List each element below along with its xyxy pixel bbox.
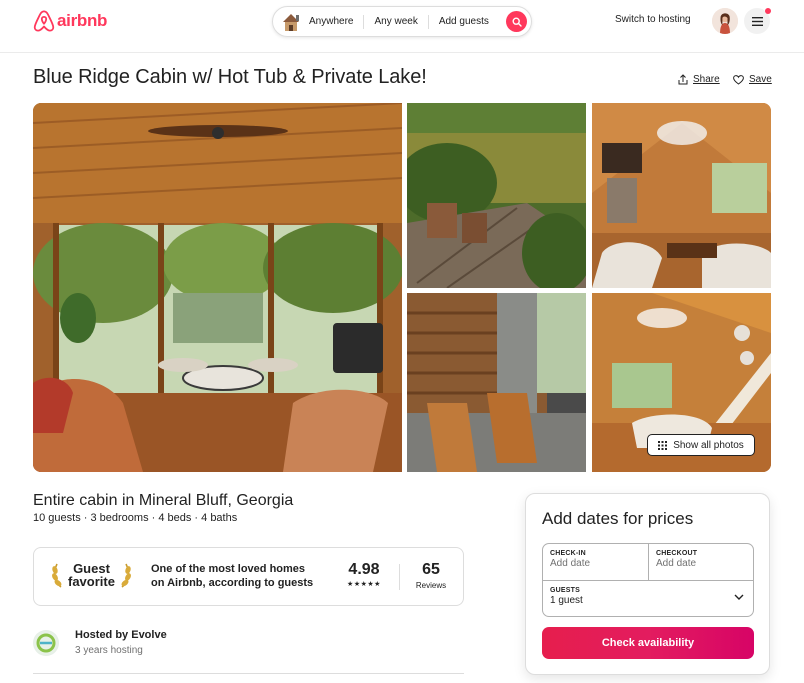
search-when[interactable]: Any week (364, 14, 429, 29)
check-availability-button[interactable]: Check availability (542, 627, 754, 659)
section-divider (33, 673, 464, 674)
search-who-label: Add guests (438, 16, 489, 27)
evolve-logo-icon (34, 631, 58, 655)
reviews-label: Reviews (415, 581, 447, 590)
chevron-down-icon (734, 594, 744, 600)
search-bar[interactable]: Anywhere Any week Add guests (272, 6, 532, 37)
menu-icon (751, 16, 763, 26)
laurel-left-icon (52, 563, 62, 588)
checkout-value: Add date (656, 558, 697, 569)
checkin-label: CHECK-IN (550, 550, 586, 557)
guest-favorite-card[interactable]: Guest favorite One of the most loved hom… (33, 547, 464, 606)
notification-dot (765, 8, 771, 14)
reviews-block[interactable]: 65 Reviews (410, 561, 452, 590)
checkout-label: CHECKOUT (656, 550, 698, 557)
host-avatar[interactable] (33, 630, 59, 656)
laurel-right-icon (121, 563, 131, 588)
search-when-label: Any week (374, 16, 418, 27)
top-nav: airbnb Anywhere Any week Add guests Swit… (0, 0, 804, 53)
rating-block: 4.98 ★★★★★ (344, 561, 384, 588)
host-years: 3 years hosting (75, 645, 143, 656)
save-button[interactable]: Save (733, 74, 772, 85)
switch-to-hosting-link[interactable]: Switch to hosting (615, 14, 691, 25)
photo-porch-chairs[interactable] (407, 293, 586, 472)
house-icon (283, 13, 299, 31)
search-who[interactable]: Add guests (429, 15, 499, 29)
checkout-field[interactable]: CHECKOUT Add date (649, 544, 754, 581)
heart-icon (733, 74, 744, 85)
show-all-photos-label: Show all photos (673, 439, 744, 451)
booking-card: Add dates for prices CHECK-IN Add date C… (525, 493, 770, 675)
host-name: Hosted by Evolve (75, 629, 167, 641)
logo-text: airbnb (57, 11, 108, 30)
listing-subtitle: Entire cabin in Mineral Bluff, Georgia (33, 492, 294, 509)
rating-stars: ★★★★★ (347, 581, 381, 588)
search-where[interactable]: Anywhere (273, 13, 365, 31)
checkin-value: Add date (550, 558, 591, 569)
booking-card-title: Add dates for prices (542, 509, 694, 528)
listing-facts: 10 guests · 3 bedrooms · 4 beds · 4 bath… (33, 512, 238, 524)
search-button[interactable] (506, 11, 527, 32)
save-label: Save (749, 74, 772, 85)
guest-favorite-label-line2: favorite (68, 574, 115, 589)
guest-favorite-description: One of the most loved homes on Airbnb, a… (151, 563, 314, 589)
rating-value: 4.98 (348, 561, 380, 578)
photo-main-living-room[interactable] (33, 103, 402, 472)
photo-lake-deck[interactable] (407, 103, 586, 288)
grid-icon (658, 440, 668, 450)
guests-value: 1 guest (550, 595, 583, 606)
reviews-count: 65 (422, 561, 440, 578)
share-button[interactable]: Share (678, 74, 720, 85)
search-icon (511, 16, 522, 27)
guest-favorite-badge: Guest favorite (51, 562, 132, 588)
avatar (712, 8, 738, 34)
show-all-photos-button[interactable]: Show all photos (647, 434, 755, 456)
airbnb-logo[interactable]: airbnb (33, 10, 107, 32)
share-icon (678, 74, 688, 85)
guests-select[interactable]: GUESTS 1 guest (543, 581, 753, 617)
guests-label: GUESTS (550, 587, 580, 594)
guest-favorite-label: Guest favorite (68, 562, 115, 588)
photo-great-room[interactable] (592, 103, 771, 288)
search-where-label: Anywhere (309, 16, 354, 27)
airbnb-logo-icon (33, 10, 55, 32)
checkin-field[interactable]: CHECK-IN Add date (543, 544, 649, 581)
listing-title: Blue Ridge Cabin w/ Hot Tub & Private La… (33, 66, 427, 88)
user-avatar[interactable] (712, 8, 738, 34)
booking-inputs: CHECK-IN Add date CHECKOUT Add date GUES… (542, 543, 754, 617)
share-label: Share (693, 74, 720, 85)
divider (399, 564, 400, 590)
